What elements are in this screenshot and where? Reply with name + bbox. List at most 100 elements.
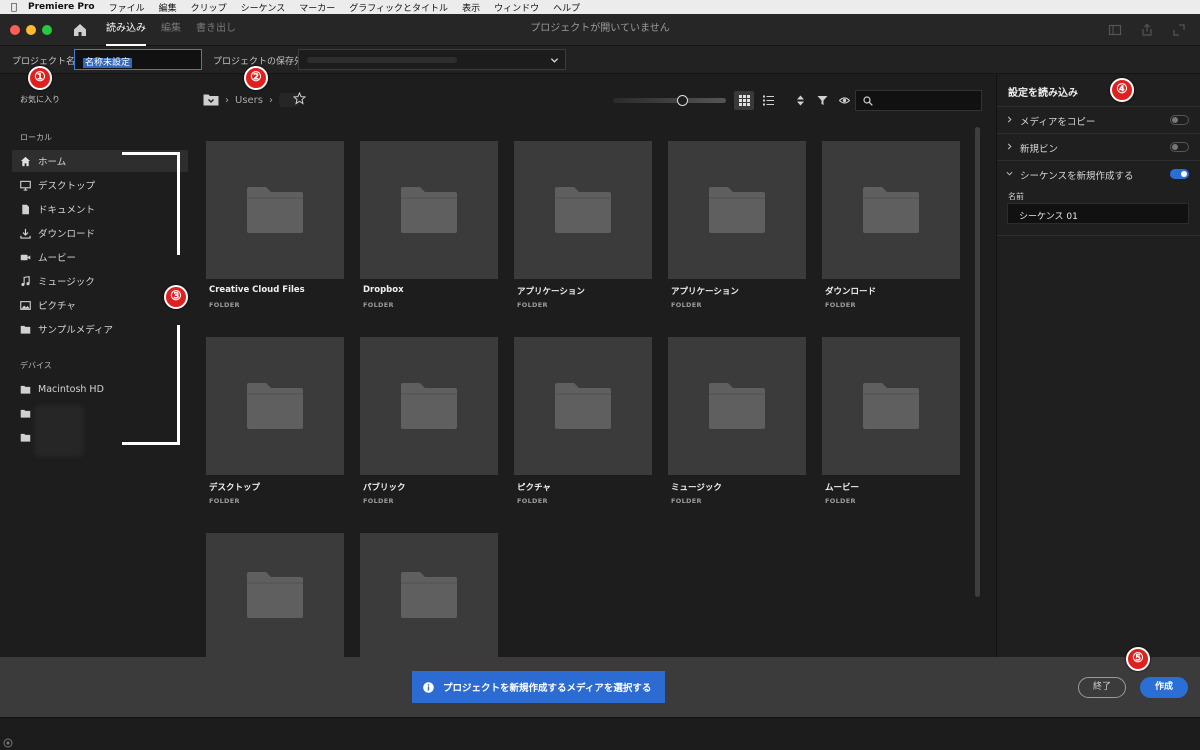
folder-tile[interactable]: パブリック FOLDER bbox=[360, 337, 498, 505]
folder-tile[interactable]: Creative Cloud Files FOLDER bbox=[206, 141, 344, 309]
location-path-redacted bbox=[307, 57, 457, 63]
folder-thumbnail bbox=[360, 141, 498, 279]
folder-tile[interactable]: Dropbox FOLDER bbox=[360, 141, 498, 309]
annotation-bracket-top bbox=[122, 152, 180, 255]
folder-type: FOLDER bbox=[363, 497, 394, 505]
sidebar-item-label: ダウンロード bbox=[38, 229, 96, 240]
menu-window[interactable]: ウィンドウ bbox=[494, 1, 539, 14]
menu-file[interactable]: ファイル bbox=[109, 1, 145, 14]
folder-dropdown-icon[interactable] bbox=[203, 94, 219, 106]
new-sequence-toggle[interactable] bbox=[1170, 169, 1189, 179]
menu-clip[interactable]: クリップ bbox=[191, 1, 227, 14]
grid-icon bbox=[738, 95, 750, 106]
folder-thumbnail bbox=[514, 141, 652, 279]
search-input[interactable] bbox=[855, 90, 982, 111]
folder-tile[interactable] bbox=[206, 533, 344, 657]
home-icon[interactable] bbox=[72, 22, 88, 38]
project-location-select[interactable] bbox=[298, 49, 566, 70]
share-icon[interactable] bbox=[1140, 23, 1154, 37]
folder-thumbnail bbox=[206, 337, 344, 475]
folder-icon bbox=[20, 433, 31, 442]
folder-icon bbox=[401, 572, 457, 618]
folder-thumbnail bbox=[360, 533, 498, 657]
folder-tile[interactable]: デスクトップ FOLDER bbox=[206, 337, 344, 505]
redacted-device-names bbox=[34, 405, 84, 457]
sidebar-item-label: デスクトップ bbox=[38, 181, 96, 192]
sort-icon bbox=[796, 95, 804, 106]
annotation-bracket-bottom bbox=[122, 325, 180, 445]
minimize-window-button[interactable] bbox=[26, 25, 36, 35]
marker-4: ④ bbox=[1110, 78, 1134, 102]
marker-2: ② bbox=[244, 66, 268, 90]
exit-button[interactable]: 終了 bbox=[1078, 677, 1126, 698]
setting-label: メディアをコピー bbox=[1020, 117, 1096, 128]
menu-marker[interactable]: マーカー bbox=[299, 1, 335, 14]
sort-button[interactable] bbox=[790, 91, 810, 110]
star-icon[interactable] bbox=[293, 92, 306, 105]
copy-media-toggle[interactable] bbox=[1170, 115, 1189, 125]
filter-button[interactable] bbox=[812, 91, 832, 110]
folder-icon bbox=[555, 383, 611, 429]
grid-view-button[interactable] bbox=[734, 91, 754, 110]
folder-tile[interactable]: アプリケーション FOLDER bbox=[668, 141, 806, 309]
favorites-header: お気に入り bbox=[20, 95, 60, 104]
folder-thumbnail bbox=[206, 141, 344, 279]
sequence-name-input[interactable]: シーケンス 01 bbox=[1007, 203, 1189, 224]
divider bbox=[997, 235, 1200, 236]
eye-icon bbox=[838, 97, 850, 104]
folder-tile[interactable]: アプリケーション FOLDER bbox=[514, 141, 652, 309]
panel-icon[interactable] bbox=[1108, 23, 1122, 37]
menu-sequence[interactable]: シーケンス bbox=[241, 1, 286, 14]
tab-import[interactable]: 読み込み bbox=[106, 14, 146, 46]
devices-header: デバイス bbox=[20, 361, 52, 370]
setting-new-bin[interactable]: 新規ビン bbox=[997, 133, 1200, 160]
list-view-button[interactable] bbox=[758, 91, 778, 110]
folder-icon bbox=[247, 187, 303, 233]
media-browser: › Users › Creative Cloud Files FOLDER Dr… bbox=[195, 75, 996, 657]
window-right-icons bbox=[1108, 23, 1186, 37]
folder-tile[interactable]: ダウンロード FOLDER bbox=[822, 141, 960, 309]
folder-tile[interactable]: ミュージック FOLDER bbox=[668, 337, 806, 505]
folder-tile[interactable]: ピクチャ FOLDER bbox=[514, 337, 652, 505]
hint-text: プロジェクトを新規作成するメディアを選択する bbox=[443, 683, 652, 694]
sidebar-item-label: ピクチャ bbox=[38, 301, 76, 312]
workspace-tabs: 読み込み 編集 書き出し bbox=[106, 14, 236, 46]
menu-view[interactable]: 表示 bbox=[462, 1, 480, 14]
status-icon[interactable] bbox=[3, 738, 13, 748]
tab-export[interactable]: 書き出し bbox=[196, 14, 236, 46]
folder-thumbnail bbox=[206, 533, 344, 657]
vertical-scrollbar[interactable] bbox=[975, 127, 980, 597]
folder-type: FOLDER bbox=[671, 497, 702, 505]
create-button[interactable]: 作成 bbox=[1140, 677, 1188, 698]
folder-tile[interactable] bbox=[360, 533, 498, 657]
visibility-button[interactable] bbox=[834, 91, 854, 110]
setting-new-sequence[interactable]: シーケンスを新規作成する bbox=[997, 160, 1200, 187]
apple-icon[interactable]:  bbox=[0, 2, 28, 13]
sidebar-item-label: ドキュメント bbox=[38, 205, 96, 216]
menu-app-name[interactable]: Premiere Pro bbox=[28, 2, 95, 12]
sidebar-item-music[interactable]: ミュージック bbox=[12, 270, 188, 292]
fullscreen-icon[interactable] bbox=[1172, 23, 1186, 37]
folder-icon bbox=[247, 383, 303, 429]
settings-title: 設定を読み込み bbox=[1008, 88, 1078, 99]
menu-edit[interactable]: 編集 bbox=[159, 1, 177, 14]
setting-label: シーケンスを新規作成する bbox=[1020, 171, 1134, 182]
folder-tile[interactable]: ムービー FOLDER bbox=[822, 337, 960, 505]
menu-help[interactable]: ヘルプ bbox=[553, 1, 580, 14]
slider-handle[interactable] bbox=[677, 95, 688, 106]
folder-icon bbox=[863, 187, 919, 233]
thumbnail-size-slider[interactable] bbox=[613, 95, 726, 106]
folder-name: デスクトップ bbox=[209, 483, 261, 493]
tab-edit[interactable]: 編集 bbox=[161, 14, 181, 46]
folder-type: FOLDER bbox=[671, 301, 702, 309]
setting-copy-media[interactable]: メディアをコピー bbox=[997, 106, 1200, 133]
project-name-input[interactable]: 名称未設定 bbox=[74, 49, 202, 70]
menu-graphics[interactable]: グラフィックとタイトル bbox=[349, 1, 448, 14]
sidebar-item-pictures[interactable]: ピクチャ bbox=[12, 294, 188, 316]
breadcrumb-users[interactable]: Users bbox=[235, 95, 263, 106]
marker-1: ① bbox=[28, 66, 52, 90]
close-window-button[interactable] bbox=[10, 25, 20, 35]
folder-icon bbox=[20, 385, 31, 394]
new-bin-toggle[interactable] bbox=[1170, 142, 1189, 152]
zoom-window-button[interactable] bbox=[42, 25, 52, 35]
